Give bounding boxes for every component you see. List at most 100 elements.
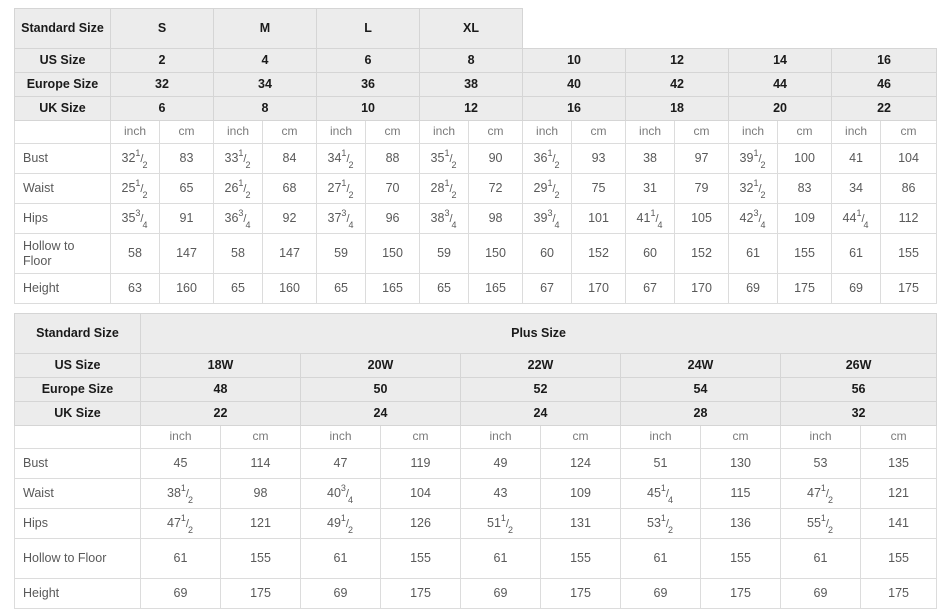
measurement-value: 126 [380,508,461,539]
measurement-value: 373/4 [316,203,367,234]
measurement-value: 150 [365,233,421,274]
measurement-row: Hips 353/4 91 363/4 92 373/4 96 383/4 98 393/4 101… [14,203,938,234]
measurement-value: 96 [365,203,421,234]
measurement-value: 112 [880,203,938,234]
measurement-value: 160 [261,273,318,304]
measurement-value: 175 [380,578,461,609]
unit-header-cm: cm [159,120,214,144]
measurement-row: Height 69 175 69 175 69 175 69 175 69 175 [14,578,938,609]
measurement-value: 58 [213,233,263,274]
measurement-value: 170 [674,273,730,304]
fraction-value: 291/2 [533,178,560,200]
measurement-value: 175 [880,273,938,304]
measurement-value: 101 [571,203,627,234]
measurement-label-hips: Hips [14,508,141,539]
standard-size-body: Standard Size S M L XL US Size 2 4 6 8 10 12 14 16 Eur… [14,8,938,304]
size-group-plus-size: Plus Size [139,313,938,354]
fraction-value: 251/2 [121,178,148,200]
fraction-value: 393/4 [533,208,560,230]
measurement-value: 61 [620,538,701,579]
measurement-value: 45 [140,448,221,479]
header-row: Europe Size 48 50 52 54 56 [14,377,938,402]
fraction-value: 331/2 [224,148,251,170]
size-value: 50 [300,377,461,402]
measurement-value: 65 [213,273,263,304]
measurement-value: 403/4 [300,478,381,509]
measurement-label-waist: Waist [14,478,141,509]
measurement-value: 165 [365,273,421,304]
measurement-value: 69 [831,273,882,304]
measurement-value: 31 [625,173,676,204]
measurement-value: 100 [777,143,833,174]
measurement-value: 383/4 [419,203,470,234]
table-separator [14,304,938,313]
measurement-value: 291/2 [522,173,573,204]
measurement-value: 131 [540,508,621,539]
unit-header-inch: inch [728,120,779,144]
size-value: 20 [728,96,833,121]
measurement-value: 69 [300,578,381,609]
measurement-value: 105 [674,203,730,234]
measurement-value: 83 [777,173,833,204]
measurement-value: 88 [365,143,421,174]
unit-header-inch: inch [300,425,381,449]
header-row: Standard Size Plus Size [14,313,938,354]
measurement-label-hollow-to-floor: Hollow to Floor [14,233,111,274]
measurement-value: 67 [625,273,676,304]
measurement-value: 61 [780,538,861,579]
size-value: 2 [110,48,214,73]
unit-header-cm: cm [700,425,781,449]
measurement-row: Bust 321/2 83 331/2 84 341/2 88 351/2 90 361/2 93 3… [14,143,938,174]
measurement-value: 119 [380,448,461,479]
size-value: 32 [110,72,214,97]
unit-header-cm: cm [261,120,318,144]
measurement-value: 136 [700,508,781,539]
measurement-value: 471/2 [780,478,861,509]
fraction-value: 531/2 [647,513,673,535]
header-row: Europe Size 32 34 36 38 40 42 44 46 [14,72,938,97]
unit-row: inch cm inch cm inch cm inch cm inch cm inch cm inch… [14,120,938,144]
measurement-value: 60 [625,233,676,274]
measurement-value: 155 [540,538,621,579]
unit-row-corner [14,425,141,449]
measurement-value: 61 [300,538,381,579]
unit-header-cm: cm [380,425,461,449]
unit-header-cm: cm [468,120,524,144]
measurement-value: 147 [159,233,214,274]
measurement-value: 351/2 [419,143,470,174]
header-row: US Size 18W 20W 22W 24W 26W [14,353,938,378]
measurement-value: 281/2 [419,173,470,204]
measurement-value: 109 [540,478,621,509]
unit-header-inch: inch [419,120,470,144]
header-row: Standard Size S M L XL [14,8,937,49]
unit-header-cm: cm [571,120,627,144]
measurement-row: Waist 251/2 65 261/2 68 271/2 70 281/2 72 291/2 75… [14,173,938,204]
measurement-value: 69 [460,578,541,609]
fraction-value: 403/4 [327,483,353,505]
measurement-label-bust: Bust [14,143,111,174]
size-value: 4 [212,48,318,73]
measurement-value: 53 [780,448,861,479]
fraction-value: 373/4 [327,208,354,230]
size-value: 16 [522,96,627,121]
measurement-value: 61 [140,538,221,579]
standard-size-table: Standard Size S M L XL US Size 2 4 6 8 10 12 14 16 Eur… [14,8,938,304]
header-row: UK Size 22 24 24 28 32 [14,401,938,426]
measurement-row: Height 63 160 65 160 65 165 65 165 67 170 67 170 69 17… [14,273,938,304]
size-value: 28 [620,401,781,426]
unit-header-cm: cm [880,120,938,144]
fraction-value: 491/2 [327,513,353,535]
fraction-value: 551/2 [807,513,833,535]
measurement-row: Hollow to Floor 58 147 58 147 59 150 59 150 60 152… [14,233,938,274]
fraction-value: 471/2 [167,513,193,535]
measurement-value: 363/4 [213,203,263,234]
measurement-value: 72 [468,173,524,204]
fraction-value: 353/4 [121,208,148,230]
size-value: 10 [316,96,421,121]
fraction-value: 321/2 [739,178,766,200]
measurement-value: 423/4 [728,203,779,234]
unit-header-cm: cm [365,120,421,144]
measurement-value: 65 [316,273,367,304]
measurement-value: 59 [316,233,367,274]
size-value: 46 [831,72,938,97]
